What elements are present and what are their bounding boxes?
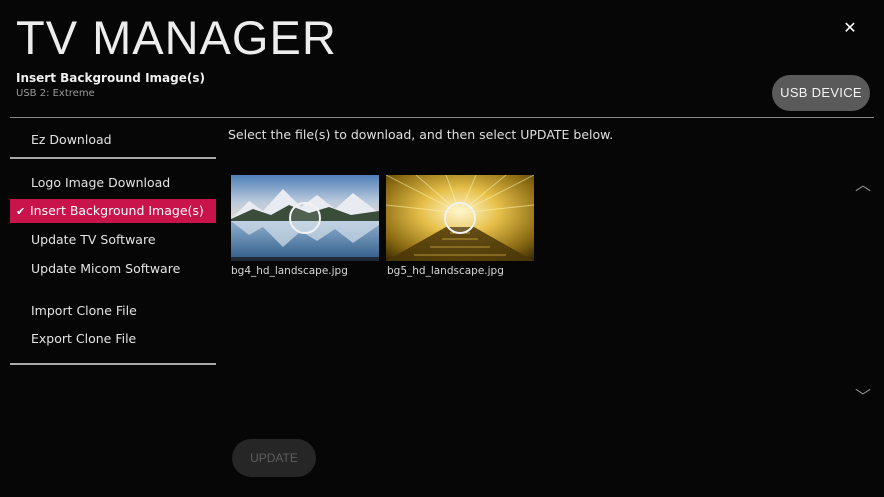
- sidebar-item-label: Export Clone File: [31, 331, 137, 346]
- preview-circle-icon: [289, 202, 321, 234]
- sidebar-item-label: Update TV Software: [31, 232, 156, 247]
- header-divider: [10, 117, 874, 118]
- app-title: TV MANAGER: [16, 11, 337, 64]
- file-thumbnail-bg4[interactable]: [231, 175, 379, 261]
- file-thumbnail-bg5[interactable]: [386, 175, 534, 261]
- tv-manager-window: TV MANAGER Insert Background Image(s) US…: [0, 0, 884, 497]
- chevron-up-icon[interactable]: ︿: [851, 176, 875, 194]
- file-name-bg4: bg4_hd_landscape.jpg: [231, 265, 348, 277]
- sidebar-item-insert-background-images[interactable]: ✔ Insert Background Image(s): [10, 199, 216, 223]
- chevron-down-icon[interactable]: ﹀: [851, 388, 875, 406]
- sidebar-item-label: Ez Download: [31, 132, 112, 147]
- close-icon[interactable]: ✕: [838, 16, 862, 40]
- sidebar-item-label: Logo Image Download: [31, 175, 171, 190]
- sidebar-divider: [10, 363, 216, 365]
- page-subtitle: Insert Background Image(s): [16, 71, 205, 85]
- checkmark-icon: ✔: [16, 205, 26, 218]
- sidebar-item-label: Update Micom Software: [31, 261, 181, 276]
- sidebar-item-export-clone-file[interactable]: Export Clone File: [10, 327, 216, 351]
- file-name-bg5: bg5_hd_landscape.jpg: [387, 265, 504, 277]
- usb-source-label: USB 2: Extreme: [16, 88, 95, 99]
- sidebar-item-logo-image-download[interactable]: Logo Image Download: [10, 171, 216, 195]
- sidebar-item-update-tv-software[interactable]: Update TV Software: [10, 228, 216, 252]
- sidebar-item-ez-download[interactable]: Ez Download: [10, 128, 216, 152]
- instruction-text: Select the file(s) to download, and then…: [228, 127, 614, 142]
- sidebar-item-update-micom-software[interactable]: Update Micom Software: [10, 257, 216, 281]
- preview-circle-icon: [444, 202, 476, 234]
- update-button[interactable]: UPDATE: [232, 439, 316, 477]
- sidebar-item-import-clone-file[interactable]: Import Clone File: [10, 299, 216, 323]
- sidebar-item-label: Import Clone File: [31, 303, 137, 318]
- usb-device-button[interactable]: USB DEVICE: [772, 75, 870, 111]
- sidebar-divider: [10, 157, 216, 159]
- sidebar-item-label: Insert Background Image(s): [30, 203, 204, 218]
